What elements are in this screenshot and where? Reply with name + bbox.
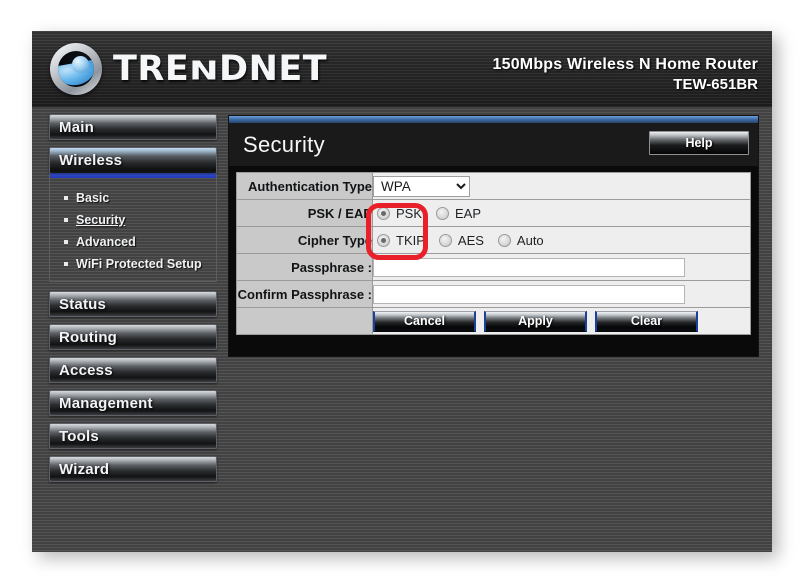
cipher-type-cell: TKIP AES Auto — [372, 226, 751, 254]
table-row-auth-type: Authentication Type WPA — [236, 172, 751, 200]
cancel-button[interactable]: Cancel — [373, 310, 476, 332]
sidebar-item-tools[interactable]: Tools — [49, 423, 217, 449]
cipher-type-radio-group: TKIP AES Auto — [373, 228, 750, 253]
radio-auto-label: Auto — [516, 232, 544, 248]
sidebar-subitem-basic[interactable]: Basic — [50, 187, 216, 209]
bullet-icon — [64, 240, 68, 244]
radio-option-auto[interactable]: Auto — [497, 232, 544, 248]
bullet-icon — [64, 262, 68, 266]
bullet-icon — [64, 196, 68, 200]
radio-aes-icon[interactable] — [438, 233, 452, 247]
sidebar-item-status[interactable]: Status — [49, 291, 217, 317]
table-row-cipher-type: Cipher Type TKIP AES Auto — [236, 226, 751, 254]
logo-inner-disc — [58, 51, 94, 87]
auth-type-cell: WPA — [372, 172, 751, 200]
help-button[interactable]: Help — [649, 131, 749, 155]
radio-psk-icon[interactable] — [377, 206, 390, 220]
table-row-passphrase: Passphrase : — [236, 253, 751, 281]
sidebar-subitem-label: Basic — [76, 191, 110, 205]
brand-wordmark-part1: TRE — [113, 49, 190, 89]
brand-wordmark: TRENDNET — [113, 49, 327, 89]
bullet-icon — [64, 218, 68, 222]
sidebar-item-label: Status — [59, 295, 107, 313]
help-button-label: Help — [685, 136, 713, 150]
passphrase-cell — [372, 253, 751, 281]
model-number: TEW-651BR — [673, 76, 758, 93]
sidebar-item-wireless[interactable]: Wireless — [49, 147, 217, 173]
sidebar-item-label: Wizard — [59, 460, 110, 478]
sidebar-item-main[interactable]: Main — [49, 114, 217, 140]
radio-tkip-icon[interactable] — [377, 233, 390, 247]
sidebar-subitem-security[interactable]: Security — [50, 209, 216, 231]
confirm-passphrase-label: Confirm Passphrase : — [236, 280, 373, 308]
router-ui-panel: TRENDNET 150Mbps Wireless N Home Router … — [32, 31, 772, 552]
actions-cell: Cancel Apply Clear — [372, 307, 751, 335]
radio-eap-label: EAP — [455, 205, 482, 221]
brand-logo: TRENDNET — [50, 43, 327, 95]
sidebar-submenu-wireless: Basic Security Advanced WiFi Protected S… — [49, 178, 217, 282]
trendnet-globe-logo — [50, 43, 102, 95]
sidebar-item-label: Routing — [59, 328, 118, 346]
sidebar-nav: Main Wireless Basic Security Advanced Wi… — [49, 114, 217, 489]
sidebar-item-management[interactable]: Management — [49, 390, 217, 416]
product-name: 150Mbps Wireless N Home Router — [492, 56, 758, 73]
auth-type-select[interactable]: WPA — [373, 175, 470, 197]
table-row-confirm-passphrase: Confirm Passphrase : — [236, 280, 751, 308]
passphrase-label: Passphrase : — [236, 253, 373, 281]
apply-button[interactable]: Apply — [484, 310, 587, 332]
clear-button-label: Clear — [630, 314, 663, 328]
radio-option-aes[interactable]: AES — [438, 232, 484, 248]
model-info: 150Mbps Wireless N Home Router TEW-651BR — [493, 56, 758, 93]
sidebar-subitem-label: WiFi Protected Setup — [76, 257, 202, 271]
radio-psk-label: PSK — [396, 205, 423, 221]
sidebar-subitem-label: Advanced — [76, 235, 136, 249]
sidebar-item-label: Wireless — [59, 152, 123, 169]
cipher-type-label: Cipher Type — [236, 226, 373, 254]
content-accent-bar — [229, 116, 758, 123]
brand-wordmark-part2: D — [219, 49, 249, 89]
brand-wordmark-part3: NET — [248, 49, 328, 89]
security-form: Authentication Type WPA PSK / EAP PSK EA… — [229, 166, 758, 356]
sidebar-item-label: Management — [59, 394, 153, 412]
sidebar-item-label: Access — [59, 361, 113, 379]
radio-option-tkip[interactable]: TKIP — [377, 233, 425, 248]
radio-aes-label: AES — [457, 232, 484, 248]
apply-button-label: Apply — [518, 314, 553, 328]
logo-sphere-highlight — [72, 56, 89, 73]
table-row-actions: Cancel Apply Clear — [236, 307, 751, 335]
sidebar-subitem-label: Security — [76, 213, 126, 227]
content-header: Security Help — [229, 123, 758, 166]
security-settings-table: Authentication Type WPA PSK / EAP PSK EA… — [236, 172, 751, 335]
table-row-psk-eap: PSK / EAP PSK EAP — [236, 199, 751, 227]
radio-option-eap[interactable]: EAP — [436, 206, 481, 221]
radio-tkip-label: TKIP — [396, 232, 425, 248]
radio-auto-icon[interactable] — [497, 233, 511, 247]
psk-eap-radio-group: PSK EAP — [373, 201, 750, 226]
action-button-row: Cancel Apply Clear — [373, 310, 750, 332]
radio-option-psk[interactable]: PSK — [377, 206, 422, 221]
confirm-passphrase-cell — [372, 280, 751, 308]
sidebar-item-access[interactable]: Access — [49, 357, 217, 383]
router-admin-page: TRENDNET 150Mbps Wireless N Home Router … — [0, 0, 804, 586]
sidebar-item-wizard[interactable]: Wizard — [49, 456, 217, 482]
brand-wordmark-lower-n: N — [189, 56, 220, 87]
confirm-passphrase-input[interactable] — [373, 284, 685, 304]
page-title: Security — [243, 131, 325, 157]
sidebar-subitem-wifi-protected-setup[interactable]: WiFi Protected Setup — [50, 253, 216, 275]
sidebar-item-label: Main — [59, 118, 94, 136]
psk-eap-cell: PSK EAP — [372, 199, 751, 227]
psk-eap-label: PSK / EAP — [236, 199, 373, 227]
content-panel: Security Help Authentication Type WPA PS… — [228, 115, 759, 357]
sidebar-item-label: Tools — [59, 427, 99, 445]
actions-spacer-cell — [236, 307, 373, 335]
auth-type-label: Authentication Type — [236, 172, 373, 200]
page-header: TRENDNET 150Mbps Wireless N Home Router … — [32, 31, 772, 107]
clear-button[interactable]: Clear — [595, 310, 698, 332]
passphrase-input[interactable] — [373, 257, 685, 277]
radio-eap-icon[interactable] — [436, 206, 450, 220]
cancel-button-label: Cancel — [404, 314, 445, 328]
sidebar-item-routing[interactable]: Routing — [49, 324, 217, 350]
sidebar-subitem-advanced[interactable]: Advanced — [50, 231, 216, 253]
